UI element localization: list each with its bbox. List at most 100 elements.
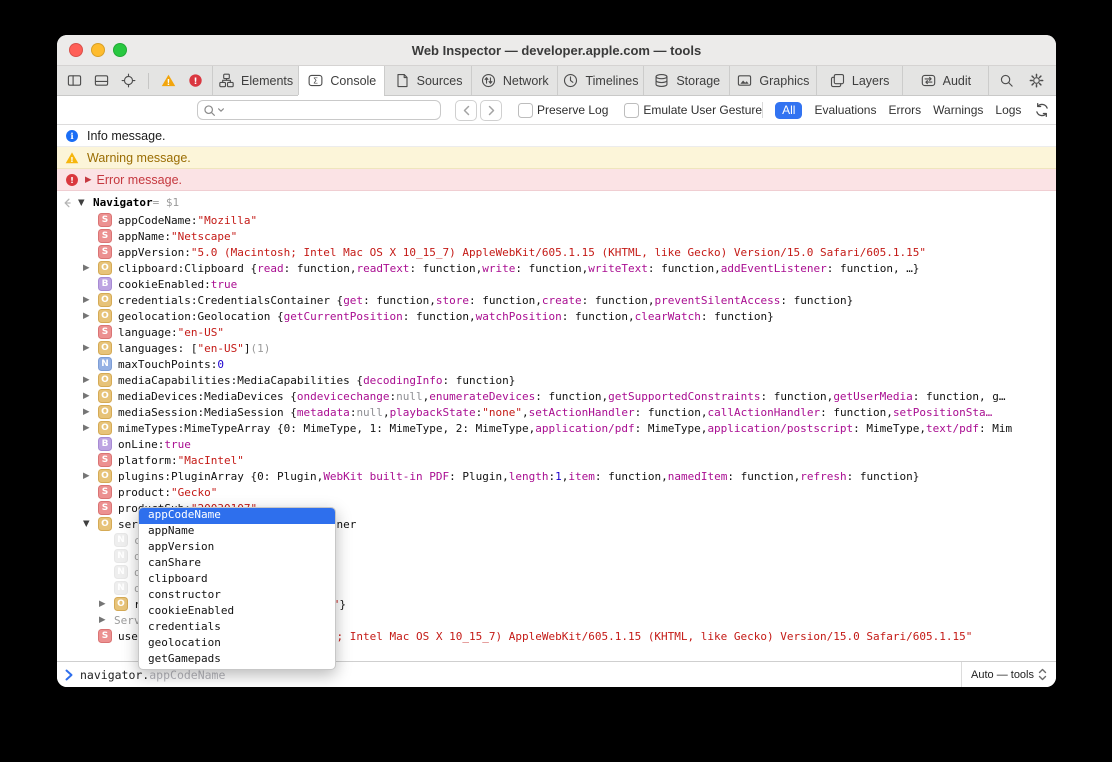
token-ky: readText (356, 261, 410, 275)
close-window-button[interactable] (69, 43, 83, 57)
search-options-chevron-icon[interactable] (217, 106, 225, 114)
tab-timelines[interactable]: Timelines (556, 66, 643, 95)
scope-all[interactable]: All (775, 101, 803, 119)
emulate-user-gesture-checkbox[interactable]: Emulate User Gesture (624, 102, 762, 118)
tree-row-credentials[interactable]: ▶ Ocredentials: CredentialsContainer {get… (57, 292, 1056, 308)
tree-row-geolocation[interactable]: ▶ Ogeolocation: Geolocation {getCurrentPo… (57, 308, 1056, 324)
tree-row-mediacapabilities[interactable]: ▶ OmediaCapabilities: MediaCapabilities {… (57, 372, 1056, 388)
tree-row-product[interactable]: Sproduct: "Gecko" (57, 484, 1056, 500)
search-magnifier-icon (203, 104, 216, 117)
checkbox-box[interactable] (518, 102, 533, 118)
autocomplete-item-clipboard[interactable]: clipboard (139, 572, 335, 588)
settings-gear-icon[interactable] (1028, 72, 1045, 89)
tree-row-appversion[interactable]: SappVersion: "5.0 (Macintosh; Intel Mac … (57, 244, 1056, 260)
next-result-button[interactable] (480, 99, 502, 121)
tab-label: Console (330, 73, 377, 88)
token-pl: : (190, 213, 198, 227)
token-pl: Clipboard { (184, 261, 258, 275)
autocomplete-item-getgamepads[interactable]: getGamepads (139, 652, 335, 668)
minimize-window-button[interactable] (91, 43, 105, 57)
token-pl: : (170, 325, 178, 339)
tab-storage[interactable]: Storage (643, 66, 729, 95)
tree-row-appcodename[interactable]: SappCodeName: "Mozilla" (57, 212, 1056, 228)
zoom-window-button[interactable] (113, 43, 127, 57)
tab-network[interactable]: Network (470, 66, 557, 95)
tab-graphics[interactable]: Graphics (729, 66, 815, 95)
autocomplete-item-canshare[interactable]: canShare (139, 556, 335, 572)
warnings-activity-icon[interactable]: ! (160, 72, 177, 89)
disclosure-triangle-icon[interactable]: ▶ (99, 599, 114, 609)
token-st: "5.0 (Macintosh; Intel Mac OS X 10_15_7)… (190, 245, 926, 259)
tree-row-mediasession[interactable]: ▶ OmediaSession: MediaSession {metadata: … (57, 404, 1056, 420)
execution-context-picker[interactable]: Auto — tools (961, 662, 1056, 687)
disclosure-triangle-icon[interactable]: ▶ (83, 375, 98, 385)
console-message-info[interactable]: i Info message. (57, 125, 1056, 147)
disclosure-triangle-icon[interactable]: ▼ (78, 198, 93, 208)
filter-divider (762, 102, 764, 118)
scope-errors[interactable]: Errors (888, 103, 921, 117)
scope-logs[interactable]: Logs (995, 103, 1021, 117)
autocomplete-item-cookieenabled[interactable]: cookieEnabled (139, 604, 335, 620)
autocomplete-item-appname[interactable]: appName (139, 524, 335, 540)
disclosure-triangle-icon[interactable]: ▶ (99, 615, 114, 625)
tab-layers[interactable]: Layers (815, 66, 902, 95)
autocomplete-item-constructor[interactable]: constructor (139, 588, 335, 604)
token-nu: 0 (217, 357, 224, 371)
type-badge-o: O (98, 389, 112, 403)
autocomplete-item-geolocation[interactable]: geolocation (139, 636, 335, 652)
type-badge-s: S (98, 501, 112, 515)
token-pl: : function} (700, 309, 774, 323)
tree-row-platform[interactable]: Splatform: "MacIntel" (57, 452, 1056, 468)
tree-row-online[interactable]: BonLine: true (57, 436, 1056, 452)
tab-elements[interactable]: Elements (212, 66, 298, 95)
errors-activity-icon[interactable]: ! (187, 72, 204, 89)
titlebar[interactable]: Web Inspector — developer.apple.com — to… (57, 35, 1056, 66)
disclosure-triangle-icon[interactable]: ▶ (83, 311, 98, 321)
console-message-error[interactable]: ! ▶ Error message. (57, 169, 1056, 191)
tab-label: Timelines (585, 73, 639, 88)
dock-to-side-icon[interactable] (66, 72, 83, 89)
disclosure-triangle-icon[interactable]: ▶ (83, 423, 98, 433)
tree-row-plugins[interactable]: ▶ Oplugins: PluginArray {0: Plugin, WebKi… (57, 468, 1056, 484)
token-st: "Netscape" (170, 229, 238, 243)
dock-to-bottom-icon[interactable] (93, 72, 110, 89)
console-message-warning[interactable]: ! Warning message. (57, 147, 1056, 169)
inspect-element-target-icon[interactable] (120, 72, 137, 89)
type-badge-s: S (98, 453, 112, 467)
disclosure-triangle-icon[interactable]: ▶ (83, 407, 98, 417)
search-icon[interactable] (998, 72, 1015, 89)
disclosure-triangle-icon[interactable]: ▶ (83, 263, 98, 273)
preserve-log-checkbox[interactable]: Preserve Log (518, 102, 608, 118)
token-pl: , (382, 405, 390, 419)
tree-row-mediadevices[interactable]: ▶ OmediaDevices: MediaDevices {ondevicech… (57, 388, 1056, 404)
tree-row-language[interactable]: Slanguage: "en-US" (57, 324, 1056, 340)
token-pl: : function, (820, 405, 893, 419)
scope-warnings[interactable]: Warnings (933, 103, 983, 117)
disclosure-triangle-icon[interactable]: ▶ (85, 174, 92, 185)
tab-audit[interactable]: Audit (901, 66, 989, 95)
tab-console[interactable]: Σ Console (298, 66, 385, 95)
disclosure-triangle-icon[interactable]: ▶ (83, 343, 98, 353)
disclosure-triangle-icon[interactable]: ▼ (83, 519, 98, 529)
autocomplete-item-appversion[interactable]: appVersion (139, 540, 335, 556)
tree-row-appname[interactable]: SappName: "Netscape" (57, 228, 1056, 244)
tree-row-mimetypes[interactable]: ▶ OmimeTypes: MimeTypeArray {0: MimeType,… (57, 420, 1056, 436)
tab-sources[interactable]: Sources (384, 66, 470, 95)
tree-row-maxtouchpoints[interactable]: NmaxTouchPoints: 0 (57, 356, 1056, 372)
disclosure-triangle-icon[interactable]: ▶ (83, 471, 98, 481)
tree-row-navigator[interactable]: ▼ Navigator = $1 (57, 193, 1056, 212)
checkbox-box[interactable] (624, 102, 640, 118)
disclosure-triangle-icon[interactable]: ▶ (83, 391, 98, 401)
refresh-icon[interactable] (1033, 102, 1050, 119)
scope-evaluations[interactable]: Evaluations (814, 103, 876, 117)
tree-row-clipboard[interactable]: ▶ Oclipboard: Clipboard {read: function, … (57, 260, 1056, 276)
prompt-typed-text[interactable]: navigator. (80, 668, 149, 682)
log-search-input[interactable] (197, 100, 441, 120)
tree-row-cookieenabled[interactable]: BcookieEnabled: true (57, 276, 1056, 292)
token-pl: : function} (846, 469, 920, 483)
previous-result-button[interactable] (455, 99, 477, 121)
disclosure-triangle-icon[interactable]: ▶ (83, 295, 98, 305)
autocomplete-item-appcodename[interactable]: appCodeName (139, 508, 335, 524)
autocomplete-item-credentials[interactable]: credentials (139, 620, 335, 636)
tree-row-languages[interactable]: ▶ Olanguages: ["en-US"] (1) (57, 340, 1056, 356)
